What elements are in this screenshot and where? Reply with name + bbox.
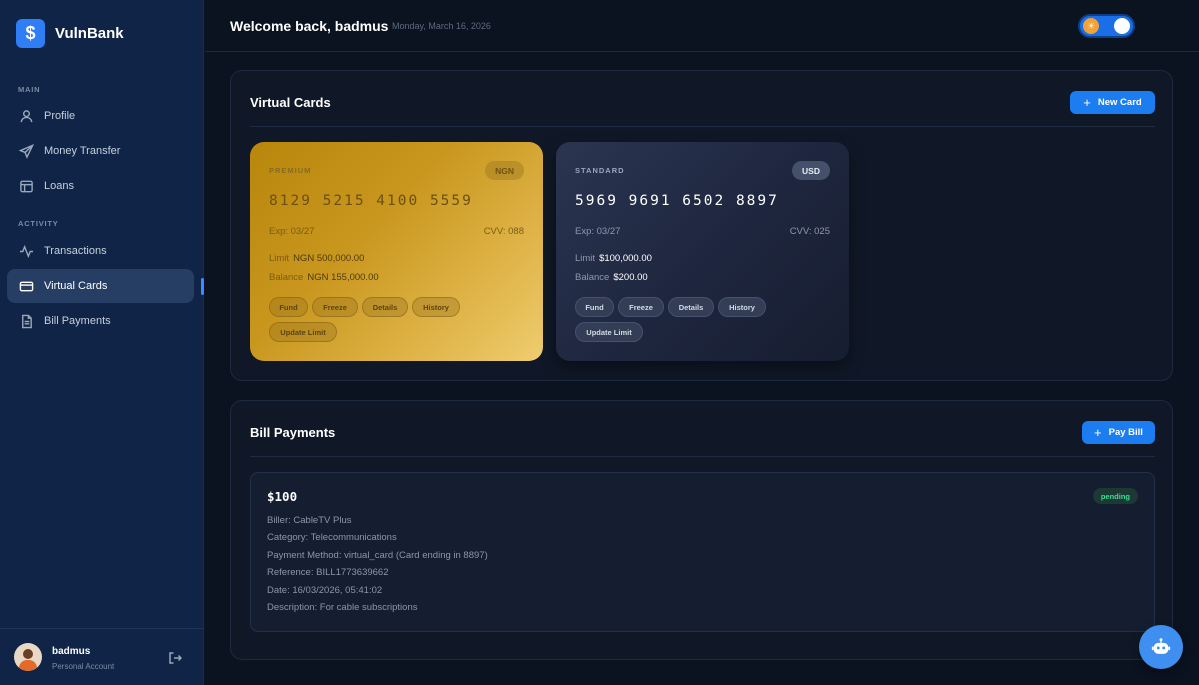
- bill-reference: Reference: BILL1773639662: [267, 567, 389, 578]
- user-panel: badmus Personal Account: [0, 628, 204, 685]
- update-limit-button[interactable]: Update Limit: [575, 322, 643, 342]
- card-expiry: Exp: 03/27: [575, 226, 621, 237]
- card-number: 8129 5215 4100 5559: [269, 193, 473, 209]
- top-header: Welcome back, badmus Monday, March 16, 2…: [205, 0, 1199, 52]
- card-limit: Limit $100,000.00: [575, 253, 652, 264]
- robot-icon: [1151, 638, 1171, 654]
- chatbot-button[interactable]: [1139, 625, 1183, 669]
- bill-payment-method: Payment Method: virtual_card (Card endin…: [267, 550, 488, 561]
- fund-button[interactable]: Fund: [575, 297, 614, 317]
- bill-item[interactable]: $100 pending Biller: CableTV Plus Catego…: [250, 472, 1155, 632]
- currency-badge: USD: [792, 161, 830, 180]
- section-label-activity: ACTIVITY: [18, 219, 59, 228]
- document-icon: [18, 313, 34, 329]
- sidebar-item-loans[interactable]: Loans: [7, 169, 194, 203]
- plus-icon: +: [1083, 95, 1091, 110]
- update-limit-button[interactable]: Update Limit: [269, 322, 337, 342]
- sidebar-item-label: Bill Payments: [44, 315, 111, 327]
- bill-description: Description: For cable subscriptions: [267, 602, 418, 613]
- brand[interactable]: $ VulnBank: [16, 19, 124, 48]
- sidebar-item-profile[interactable]: Profile: [7, 99, 194, 133]
- virtual-card-standard[interactable]: STANDARD USD 5969 9691 6502 8897 Exp: 03…: [556, 142, 849, 361]
- card-cvv: CVV: 088: [483, 226, 524, 237]
- card-icon: [18, 278, 34, 294]
- history-button[interactable]: History: [718, 297, 766, 317]
- freeze-button[interactable]: Freeze: [312, 297, 358, 317]
- card-tier: PREMIUM: [269, 166, 312, 175]
- user-name: badmus: [52, 646, 91, 657]
- sidebar-item-bill-payments[interactable]: Bill Payments: [7, 304, 194, 338]
- details-button[interactable]: Details: [668, 297, 714, 317]
- card-tier: STANDARD: [575, 166, 625, 175]
- history-button[interactable]: History: [412, 297, 460, 317]
- user-icon: [18, 108, 34, 124]
- welcome-message: Welcome back, badmus: [230, 18, 389, 34]
- activity-icon: [18, 243, 34, 259]
- sidebar-item-transactions[interactable]: Transactions: [7, 234, 194, 268]
- card-balance: Balance NGN 155,000.00: [269, 272, 379, 283]
- sidebar: $ VulnBank MAIN Profile Money Transfer L…: [0, 0, 204, 685]
- active-indicator: [201, 278, 204, 295]
- loans-icon: [18, 178, 34, 194]
- sidebar-item-virtual-cards[interactable]: Virtual Cards: [7, 269, 194, 303]
- bill-date: Date: 16/03/2026, 05:41:02: [267, 585, 383, 596]
- card-limit: Limit NGN 500,000.00: [269, 253, 365, 264]
- button-label: Pay Bill: [1108, 427, 1143, 438]
- brand-name: VulnBank: [55, 25, 124, 42]
- pay-bill-button[interactable]: + Pay Bill: [1082, 421, 1155, 444]
- card-number: 5969 9691 6502 8897: [575, 193, 779, 209]
- theme-toggle[interactable]: ☀: [1078, 14, 1135, 38]
- sidebar-item-label: Loans: [44, 180, 74, 192]
- panel-title: Bill Payments: [250, 425, 336, 440]
- sidebar-item-label: Virtual Cards: [44, 280, 108, 292]
- card-expiry: Exp: 03/27: [269, 226, 315, 237]
- avatar[interactable]: [14, 643, 42, 671]
- bill-category: Category: Telecommunications: [267, 532, 397, 543]
- new-card-button[interactable]: + New Card: [1070, 91, 1155, 114]
- currency-badge: NGN: [485, 161, 524, 180]
- plus-icon: +: [1094, 425, 1102, 440]
- logout-icon[interactable]: [168, 651, 183, 665]
- panel-title: Virtual Cards: [250, 95, 331, 110]
- sidebar-item-label: Profile: [44, 110, 76, 122]
- sidebar-item-money-transfer[interactable]: Money Transfer: [7, 134, 194, 168]
- bill-biller: Biller: CableTV Plus: [267, 515, 352, 526]
- status-badge: pending: [1092, 488, 1138, 504]
- divider: [250, 456, 1155, 457]
- dollar-icon: $: [16, 19, 45, 48]
- sidebar-item-label: Transactions: [44, 245, 107, 257]
- current-date: Monday, March 16, 2026: [392, 21, 491, 31]
- fund-button[interactable]: Fund: [269, 297, 308, 317]
- section-label-main: MAIN: [18, 85, 41, 94]
- freeze-button[interactable]: Freeze: [618, 297, 664, 317]
- bill-payments-panel: Bill Payments + Pay Bill $100 pending Bi…: [230, 400, 1173, 660]
- details-button[interactable]: Details: [362, 297, 408, 317]
- virtual-cards-panel: Virtual Cards + New Card PREMIUM NGN 812…: [230, 70, 1173, 381]
- sidebar-item-label: Money Transfer: [44, 145, 121, 157]
- card-balance: Balance $200.00: [575, 272, 648, 283]
- sun-icon: ☀: [1083, 18, 1099, 34]
- button-label: New Card: [1097, 97, 1142, 108]
- virtual-card-premium[interactable]: PREMIUM NGN 8129 5215 4100 5559 Exp: 03/…: [250, 142, 543, 361]
- bill-amount: $100: [267, 489, 298, 504]
- toggle-knob: [1114, 18, 1130, 34]
- card-cvv: CVV: 025: [789, 226, 830, 237]
- divider: [250, 126, 1155, 127]
- user-role: Personal Account: [52, 662, 115, 671]
- send-icon: [18, 143, 34, 159]
